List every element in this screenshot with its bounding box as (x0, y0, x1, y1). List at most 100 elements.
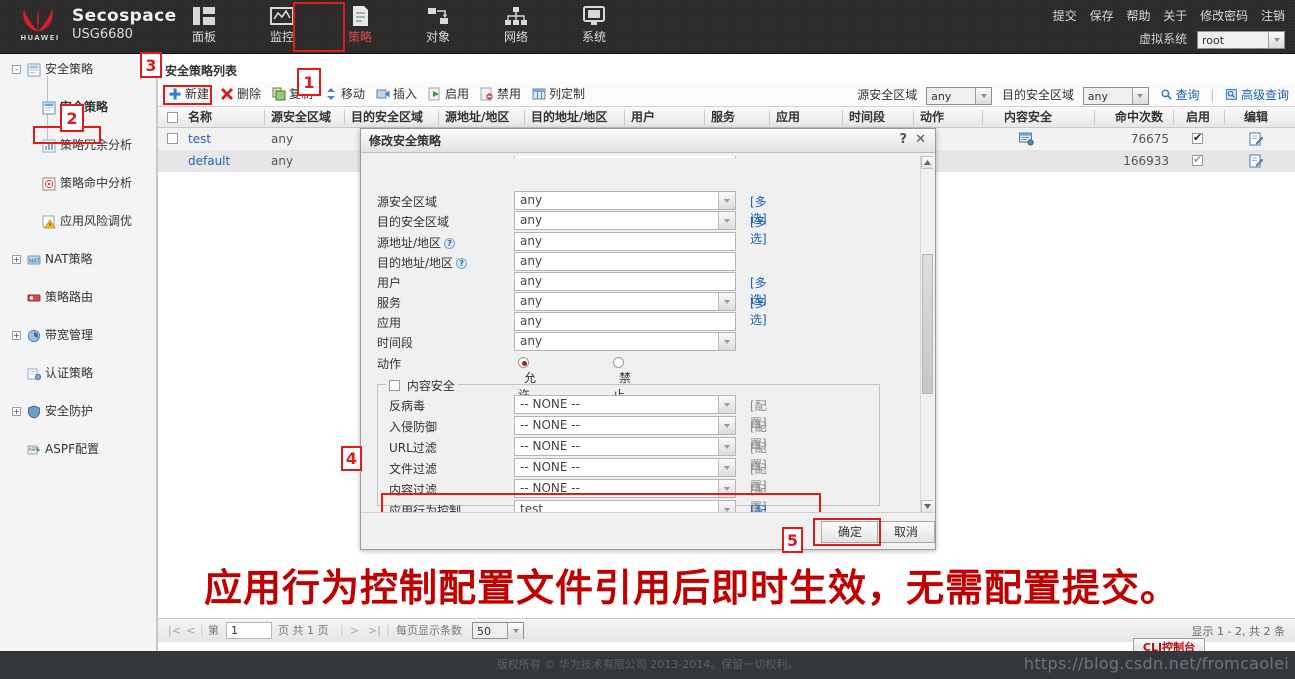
column-header-action[interactable]: 动作 (914, 107, 944, 128)
field-label-dst-address: 目的地址/地区? (377, 254, 468, 271)
disable-button[interactable]: 禁用 (480, 85, 521, 104)
close-icon[interactable]: ✕ (915, 132, 926, 147)
content-security-checkbox[interactable] (389, 380, 400, 391)
sidebar-item-auth-policy[interactable]: 认证策略 (0, 364, 156, 383)
cs-value-ips: -- NONE -- (520, 418, 580, 432)
field-input-time-range[interactable]: any (514, 332, 736, 351)
tree-expander-icon[interactable]: + (12, 255, 21, 264)
column-header-service[interactable]: 服务 (705, 107, 735, 128)
cs-input-content-filter[interactable]: -- NONE -- (514, 479, 736, 498)
tree-expander-icon[interactable]: - (12, 65, 21, 74)
field-input-dst-zone[interactable]: any (514, 211, 736, 230)
column-header-hits[interactable]: 命中次数 (1109, 107, 1163, 128)
column-header-edit[interactable]: 编辑 (1238, 107, 1268, 128)
dialog-scrollbar[interactable] (920, 156, 933, 513)
row-name[interactable]: test (182, 128, 211, 150)
cancel-button[interactable]: 取消 (877, 521, 935, 543)
row-edit-icon[interactable] (1243, 128, 1264, 150)
header-link-submit[interactable]: 提交 (1053, 9, 1077, 23)
src-zone-filter-select[interactable]: any (926, 86, 993, 105)
sidebar-label-3: 策略命中分析 (60, 176, 133, 190)
chevron-down-icon (718, 417, 735, 434)
column-header-src-address[interactable]: 源地址/地区 (439, 107, 509, 128)
field-input-src-zone[interactable]: any (514, 191, 736, 210)
cs-input-antivirus[interactable]: -- NONE -- (514, 395, 736, 414)
query-button[interactable]: 查询 (1161, 88, 1204, 102)
next-page-button[interactable]: > (350, 623, 359, 639)
header-link-help[interactable]: 帮助 (1126, 9, 1150, 23)
sidebar-item-security-policy-root[interactable]: - 安全策略 (0, 60, 156, 79)
column-header-time-range[interactable]: 时间段 (843, 107, 885, 128)
per-page-select[interactable]: 50 (472, 622, 524, 639)
sidebar-item-bandwidth-management[interactable]: + 带宽管理 (0, 326, 156, 345)
header-link-logout[interactable]: 注销 (1261, 9, 1285, 23)
dst-zone-filter-select[interactable]: any (1082, 86, 1149, 105)
scroll-thumb[interactable] (922, 254, 933, 394)
help-icon[interactable]: ? (444, 238, 456, 249)
nav-item-network[interactable]: 网络 (487, 2, 545, 50)
last-page-button[interactable]: >| (368, 623, 381, 639)
column-header-user[interactable]: 用户 (625, 107, 655, 128)
sidebar-item-policy-hit-analysis[interactable]: 策略命中分析 (0, 174, 156, 193)
column-header-application[interactable]: 应用 (770, 107, 800, 128)
first-page-button[interactable]: |< (168, 623, 181, 639)
column-header-content-security[interactable]: 内容安全 (998, 107, 1052, 128)
tree-expander-icon[interactable]: + (12, 407, 21, 416)
nav-item-object[interactable]: 对象 (409, 2, 467, 50)
field-input-application[interactable]: any (514, 312, 736, 331)
cs-input-file-filter[interactable]: -- NONE -- (514, 458, 736, 477)
column-header-dst-address[interactable]: 目的地址/地区 (525, 107, 607, 128)
multi-select-link-service[interactable]: [多选] (750, 294, 767, 328)
header-link-change-password[interactable]: 修改密码 (1200, 9, 1248, 23)
dialog-help-icon[interactable]: ? (899, 132, 907, 147)
nav-item-monitor[interactable]: 监控 (253, 2, 311, 50)
nav-item-system[interactable]: 系统 (565, 2, 623, 50)
column-header-enabled[interactable]: 启用 (1180, 107, 1210, 128)
vsys-select[interactable]: root (1197, 30, 1285, 49)
content-security-icon[interactable] (1013, 128, 1034, 150)
nav-item-policy[interactable]: 策略 (331, 2, 389, 50)
sidebar-item-policy-route[interactable]: 策略路由 (0, 288, 156, 307)
advanced-query-button[interactable]: 高级查询 (1226, 88, 1289, 102)
policy-icon (331, 2, 389, 30)
column-customize-button[interactable]: 列定制 (532, 85, 585, 104)
insert-button[interactable]: 插入 (376, 85, 417, 104)
sidebar-item-nat-policy[interactable]: + NAT NAT策略 (0, 250, 156, 269)
sidebar-item-security-protection[interactable]: + 安全防护 (0, 402, 156, 421)
select-all-checkbox[interactable] (167, 112, 178, 123)
row-enabled-checkbox[interactable] (1192, 131, 1203, 144)
scroll-up-button[interactable] (921, 156, 933, 169)
tree-expander-icon[interactable]: + (12, 331, 21, 340)
ok-button[interactable]: 确定 (821, 521, 879, 543)
column-header-src-zone[interactable]: 源安全区域 (265, 107, 331, 128)
row-edit-icon[interactable] (1243, 150, 1264, 172)
page-number-input[interactable]: 1 (226, 622, 272, 639)
header-link-about[interactable]: 关于 (1163, 9, 1187, 23)
help-icon[interactable]: ? (456, 258, 468, 269)
header-link-save[interactable]: 保存 (1090, 9, 1114, 23)
field-input-src-address[interactable]: any (514, 232, 736, 251)
radio-deny-input[interactable] (613, 357, 624, 368)
cs-input-url-filter[interactable]: -- NONE -- (514, 437, 736, 456)
field-input-dst-address[interactable]: any (514, 252, 736, 271)
new-button[interactable]: 新建 (168, 85, 209, 104)
column-header-name[interactable]: 名称 (182, 107, 212, 128)
row-select-checkbox[interactable] (167, 133, 178, 144)
column-header-dst-zone[interactable]: 目的安全区域 (345, 107, 423, 128)
prev-page-button[interactable]: < (186, 623, 195, 639)
delete-button[interactable]: 删除 (220, 85, 261, 104)
field-input-service[interactable]: any (514, 292, 736, 311)
row-enabled-checkbox[interactable] (1192, 153, 1203, 166)
nav-item-panel[interactable]: 面板 (175, 2, 233, 50)
radio-allow-input[interactable] (518, 357, 529, 368)
sidebar-item-aspf-config[interactable]: ASPF ASPF配置 (0, 440, 156, 459)
multi-select-link-dst-zone[interactable]: [多选] (750, 213, 767, 247)
enable-button[interactable]: 启用 (428, 85, 469, 104)
sidebar-item-policy-redundancy-analysis[interactable]: 策略冗余分析 (0, 136, 156, 155)
row-name[interactable]: default (182, 150, 230, 172)
field-input-user[interactable]: any (514, 272, 736, 291)
cs-label-file-filter: 文件过滤 (389, 462, 438, 476)
move-button[interactable]: 移动 (324, 85, 365, 104)
sidebar-item-app-risk-tuning[interactable]: 应用风险调优 (0, 212, 156, 231)
cs-input-ips[interactable]: -- NONE -- (514, 416, 736, 435)
